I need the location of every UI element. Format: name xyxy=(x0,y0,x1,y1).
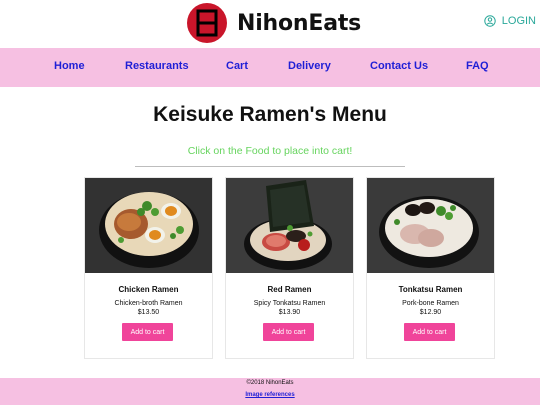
menu-item-card[interactable]: Chicken Ramen Chicken-broth Ramen $13.50… xyxy=(84,177,213,359)
menu-item-name: Tonkatsu Ramen xyxy=(398,285,463,294)
menu-item-name: Chicken Ramen xyxy=(118,285,179,294)
nav-restaurants[interactable]: Restaurants xyxy=(125,60,189,72)
nav-faq[interactable]: FAQ xyxy=(466,60,489,72)
menu-item-price: $13.50 xyxy=(137,309,160,316)
menu-item-description: Spicy Tonkatsu Ramen xyxy=(253,300,326,307)
add-to-cart-button[interactable]: Add to cart xyxy=(404,323,455,341)
add-to-cart-button[interactable]: Add to cart xyxy=(122,323,173,341)
menu-item-description: Pork-bone Ramen xyxy=(402,300,459,307)
copyright: ©2018 NihonEats xyxy=(246,380,294,386)
tonkatsu-ramen-photo[interactable] xyxy=(367,178,494,273)
nav-contact-us[interactable]: Contact Us xyxy=(370,60,428,72)
site-header: NihonEats LOGIN xyxy=(0,0,540,48)
main-nav: Home Restaurants Cart Delivery Contact U… xyxy=(0,48,540,87)
user-circle-icon xyxy=(484,15,496,27)
image-references-link[interactable]: Image references xyxy=(0,392,540,398)
nav-home[interactable]: Home xyxy=(54,60,85,72)
nav-cart[interactable]: Cart xyxy=(226,60,248,72)
menu-item-price: $13.90 xyxy=(278,309,301,316)
chicken-ramen-photo[interactable] xyxy=(85,178,212,273)
menu-item-card[interactable]: Red Ramen Spicy Tonkatsu Ramen $13.90 Ad… xyxy=(225,177,354,359)
divider xyxy=(135,166,405,167)
menu-item-description: Chicken-broth Ramen xyxy=(114,300,183,307)
login-link[interactable]: LOGIN xyxy=(484,13,536,29)
red-ramen-photo[interactable] xyxy=(226,178,353,273)
page-title: Keisuke Ramen's Menu xyxy=(153,103,387,126)
kanji-sun-logo-icon xyxy=(187,3,227,43)
login-label: LOGIN xyxy=(501,15,536,27)
brand-name: NihonEats xyxy=(237,10,362,36)
menu-item-name: Red Ramen xyxy=(267,285,312,294)
site-footer: ©2018 NihonEats Image references xyxy=(0,378,540,405)
menu-item-price: $12.90 xyxy=(419,309,442,316)
menu-item-card[interactable]: Tonkatsu Ramen Pork-bone Ramen $12.90 Ad… xyxy=(366,177,495,359)
nav-delivery[interactable]: Delivery xyxy=(288,60,331,72)
cart-hint: Click on the Food to place into cart! xyxy=(187,145,353,157)
add-to-cart-button[interactable]: Add to cart xyxy=(263,323,314,341)
logo[interactable]: NihonEats xyxy=(187,2,361,44)
